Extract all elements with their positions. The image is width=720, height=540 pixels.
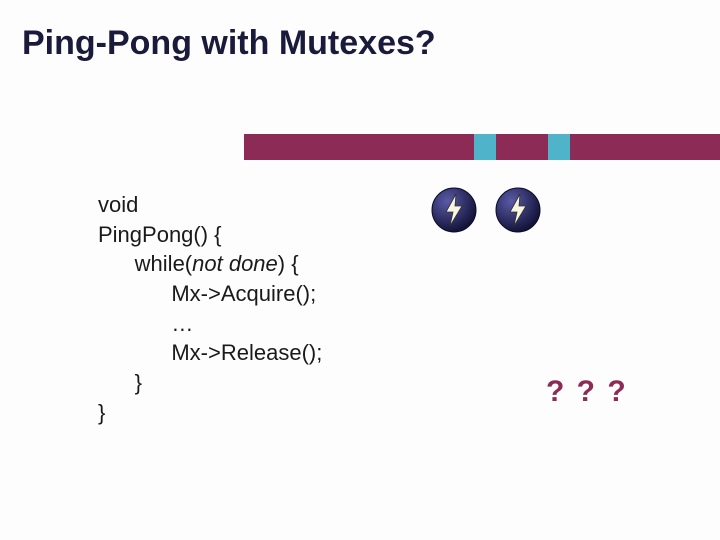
bar-segment — [548, 134, 570, 160]
code-line: PingPong() { — [98, 220, 322, 250]
code-line: while(not done) { — [98, 249, 322, 279]
code-line: … — [98, 309, 322, 339]
bar-segment — [496, 134, 548, 160]
decorative-bar — [244, 134, 720, 160]
question-annotation: ? ? ? — [546, 375, 628, 409]
code-block: void PingPong() { while(not done) { Mx->… — [98, 190, 322, 428]
slide-title: Ping-Pong with Mutexes? — [22, 24, 436, 63]
thread-icon — [494, 186, 542, 234]
bar-segment — [474, 134, 496, 160]
code-line: Mx->Release(); — [98, 338, 322, 368]
code-line: void — [98, 190, 322, 220]
code-line: } — [98, 398, 322, 428]
bar-segment — [570, 134, 720, 160]
bar-segment — [244, 134, 474, 160]
code-line: } — [98, 368, 322, 398]
thread-icon — [430, 186, 478, 234]
code-line: Mx->Acquire(); — [98, 279, 322, 309]
